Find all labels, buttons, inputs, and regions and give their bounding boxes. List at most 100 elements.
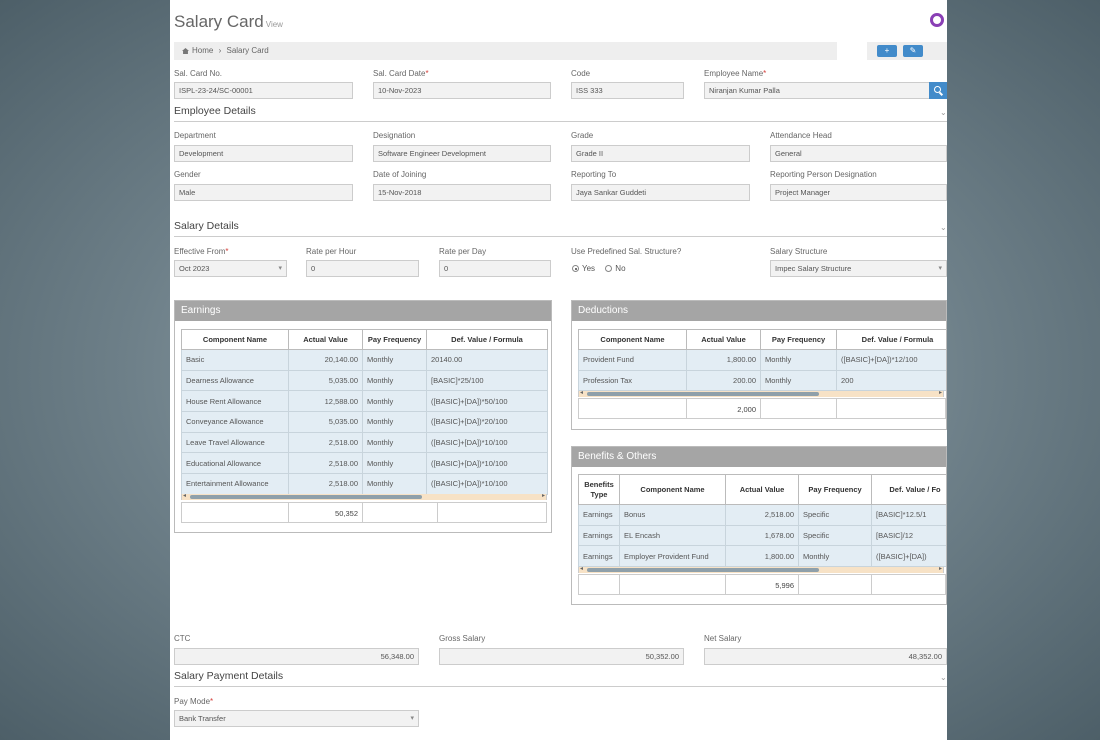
rate-hour-field[interactable]: 0 <box>306 260 419 277</box>
scrollbar-thumb[interactable] <box>587 392 819 396</box>
column-header[interactable]: Component Name <box>578 329 687 350</box>
predefined-structure-label: Use Predefined Sal. Structure? <box>571 247 682 256</box>
table-row[interactable]: Dearness Allowance 5,035.00 Monthly [BASIC]… <box>181 369 548 392</box>
ctc-field[interactable]: 56,348.00 <box>174 648 419 665</box>
column-header[interactable]: Pay Frequency <box>760 329 837 350</box>
footer-cell <box>798 574 872 595</box>
home-icon[interactable] <box>182 48 189 54</box>
footer-cell <box>578 398 687 419</box>
column-header[interactable]: Pay Frequency <box>798 474 872 505</box>
table-row[interactable]: Profession Tax 200.00 Monthly 200 <box>578 369 946 392</box>
search-icon[interactable] <box>929 82 947 99</box>
column-header[interactable]: Actual Value <box>725 474 799 505</box>
cell: House Rent Allowance <box>181 390 289 413</box>
radio-yes[interactable] <box>572 265 579 272</box>
table-row[interactable]: Conveyance Allowance 5,035.00 Monthly ([BAS… <box>181 411 548 433</box>
reporting-designation-label: Reporting Person Designation <box>770 170 877 179</box>
grade-label: Grade <box>571 131 594 140</box>
attendance-head-field[interactable]: General <box>770 145 947 162</box>
pay-mode-select[interactable]: Bank Transfer <box>174 710 419 727</box>
department-field[interactable]: Development <box>174 145 353 162</box>
column-header[interactable]: Def. Value / Formula <box>836 329 946 350</box>
footer-cell <box>578 574 620 595</box>
employee-name-field[interactable]: Niranjan Kumar Palla <box>704 82 930 99</box>
table-row[interactable]: Provident Fund 1,800.00 Monthly ([BASIC]+[D… <box>578 349 946 371</box>
cell: 200 <box>836 369 946 392</box>
table-row[interactable]: Earnings Employer Provident Fund 1,800.00 M… <box>578 545 946 568</box>
cell: ([BASIC]+[DA])*10/100 <box>426 473 548 495</box>
horizontal-scrollbar[interactable]: ◂ ▸ <box>181 493 547 500</box>
column-header[interactable]: Pay Frequency <box>362 329 427 350</box>
horizontal-scrollbar[interactable]: ◂ ▸ <box>578 566 944 573</box>
column-header[interactable]: Def. Value / Formula <box>426 329 548 350</box>
ring-icon[interactable] <box>930 13 944 27</box>
footer-cell <box>871 574 946 595</box>
rate-day-field[interactable]: 0 <box>439 260 551 277</box>
chevron-down-icon[interactable]: ⌄ <box>940 223 947 232</box>
radio-no-label: No <box>615 264 626 273</box>
net-salary-label: Net Salary <box>704 634 742 643</box>
rate-hour-label: Rate per Hour <box>306 247 357 256</box>
cell: Dearness Allowance <box>181 369 289 392</box>
gross-salary-field[interactable]: 50,352.00 <box>439 648 684 665</box>
table-row[interactable]: Educational Allowance 2,518.00 Monthly ([BA… <box>181 452 548 475</box>
salary-structure-select[interactable]: Impec Salary Structure <box>770 260 947 277</box>
grade-field[interactable]: Grade II <box>571 145 750 162</box>
cell: Conveyance Allowance <box>181 411 289 433</box>
reporting-designation-field[interactable]: Project Manager <box>770 184 947 201</box>
cell: 12,588.00 <box>288 390 363 413</box>
column-header[interactable]: Def. Value / Fo <box>871 474 946 505</box>
table-row[interactable]: Basic 20,140.00 Monthly 20140.00 <box>181 349 548 371</box>
cell: 1,800.00 <box>686 349 761 371</box>
deductions-table: Component Name Actual Value Pay Frequenc… <box>578 329 946 392</box>
scrollbar-thumb[interactable] <box>587 568 819 572</box>
cell: 5,035.00 <box>288 411 363 433</box>
table-row[interactable]: Earnings Bonus 2,518.00 Specific [BASIC]*12.… <box>578 504 946 526</box>
horizontal-scrollbar[interactable]: ◂ ▸ <box>578 390 944 397</box>
benefits-header-row: Benefits Type Component Name Actual Valu… <box>578 474 946 505</box>
table-row[interactable]: House Rent Allowance 12,588.00 Monthly ([BA… <box>181 390 548 413</box>
chevron-down-icon[interactable]: ⌄ <box>940 108 947 117</box>
effective-from-select[interactable]: Oct 2023 <box>174 260 287 277</box>
doj-field[interactable]: 15-Nov-2018 <box>373 184 551 201</box>
column-header[interactable]: Component Name <box>181 329 289 350</box>
card-no-field[interactable]: ISPL-23-24/SC-00001 <box>174 82 353 99</box>
ctc-label: CTC <box>174 634 191 643</box>
page-title: Salary Card View <box>174 12 283 31</box>
column-header[interactable]: Benefits Type <box>578 474 620 505</box>
pay-mode-label: Pay Mode* <box>174 697 214 706</box>
column-header[interactable]: Component Name <box>619 474 726 505</box>
gender-field[interactable]: Male <box>174 184 353 201</box>
deductions-header-row: Component Name Actual Value Pay Frequenc… <box>578 329 946 350</box>
cell: Earnings <box>578 504 620 526</box>
add-button[interactable]: + <box>877 45 897 57</box>
cell: ([BASIC]+[DA])*50/100 <box>426 390 548 413</box>
reporting-to-field[interactable]: Jaya Sankar Guddeti <box>571 184 750 201</box>
cell: [BASIC]*25/100 <box>426 369 548 392</box>
edit-button[interactable]: ✎ <box>903 45 923 57</box>
breadcrumb-home[interactable]: Home <box>192 46 213 55</box>
benefits-table: Benefits Type Component Name Actual Valu… <box>578 474 946 568</box>
table-row[interactable]: Entertainment Allowance 2,518.00 Monthly([… <box>181 473 548 495</box>
benefits-total: 5,996 <box>725 574 799 595</box>
table-row[interactable]: Earnings EL Encash 1,678.00 Specific [BASIC]… <box>578 524 946 547</box>
salary-card-page: Salary Card View Home › Salary Card + ✎ S… <box>170 0 947 740</box>
card-date-field[interactable]: 10-Nov-2023 <box>373 82 551 99</box>
chevron-down-icon[interactable]: ⌄ <box>940 673 947 682</box>
cell: Profession Tax <box>578 369 687 392</box>
column-header[interactable]: Actual Value <box>686 329 761 350</box>
column-header[interactable]: Actual Value <box>288 329 363 350</box>
designation-field[interactable]: Software Engineer Development <box>373 145 551 162</box>
scrollbar-thumb[interactable] <box>190 495 422 499</box>
cell: Monthly <box>362 390 427 413</box>
net-salary-field[interactable]: 48,352.00 <box>704 648 947 665</box>
cell: Monthly <box>760 349 837 371</box>
department-label: Department <box>174 131 216 140</box>
radio-yes-label: Yes <box>582 264 596 273</box>
breadcrumb-current: Salary Card <box>226 46 269 55</box>
code-field[interactable]: ISS 333 <box>571 82 684 99</box>
salary-structure-label: Salary Structure <box>770 247 828 256</box>
table-row[interactable]: Leave Travel Allowance 2,518.00 Monthly ([B… <box>181 431 548 454</box>
cell: Monthly <box>362 349 427 371</box>
radio-no[interactable] <box>605 265 613 272</box>
